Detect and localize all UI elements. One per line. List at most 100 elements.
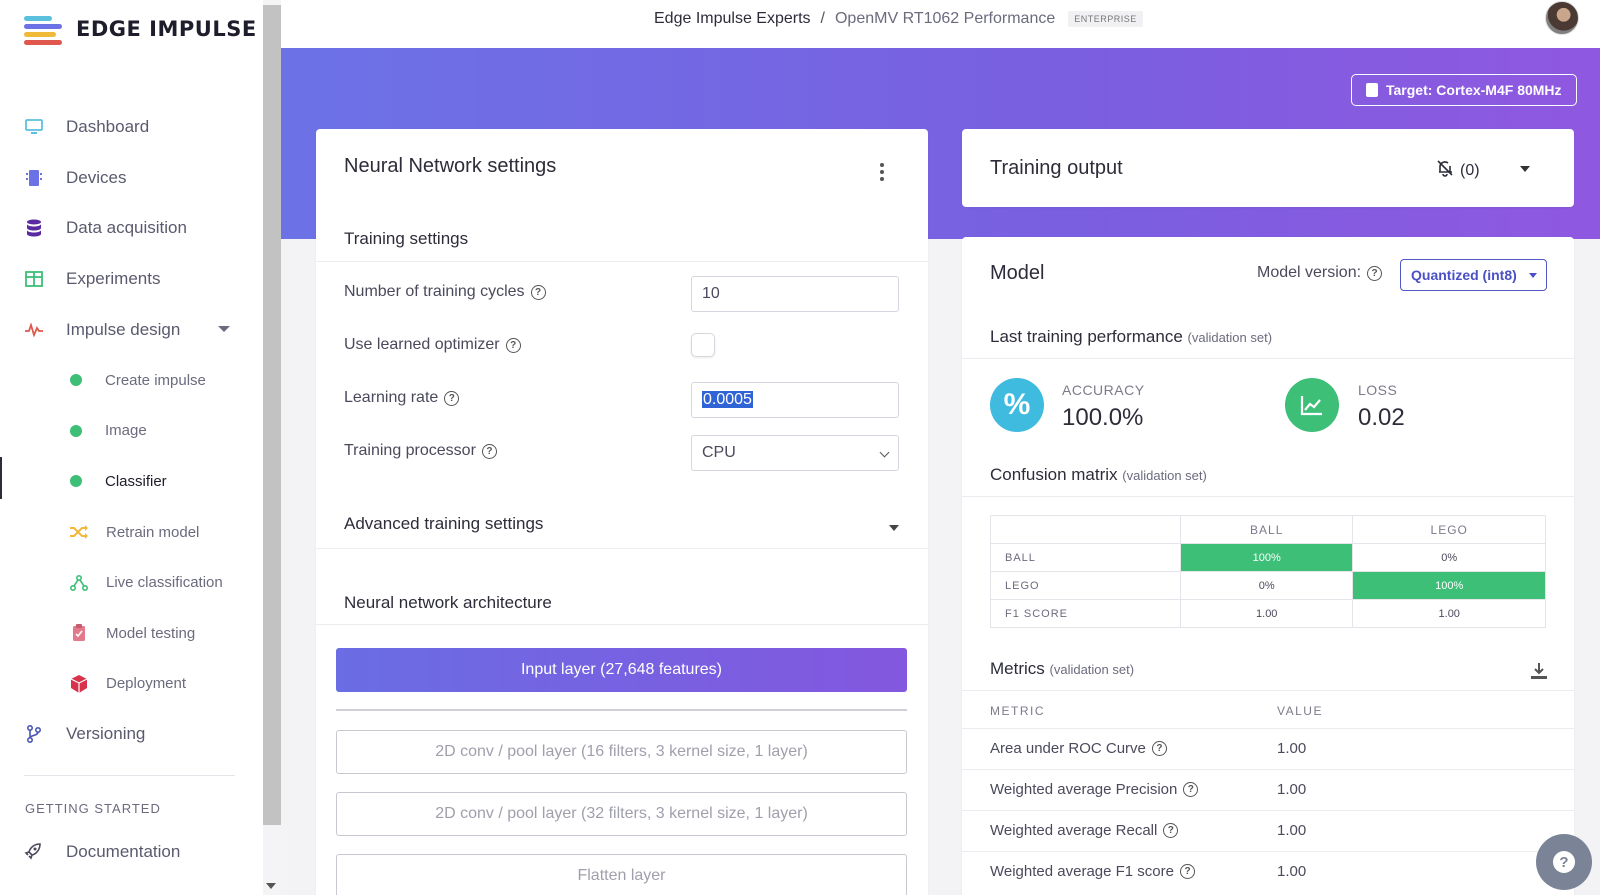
database-icon — [24, 218, 44, 238]
breadcrumb-org[interactable]: Edge Impulse Experts — [654, 10, 811, 28]
status-dot-icon — [70, 475, 82, 488]
sidebar-scrollbar-thumb[interactable] — [263, 5, 281, 825]
validation-set-label: (validation set) — [1122, 468, 1207, 483]
logo[interactable]: EDGE IMPULSE — [24, 14, 257, 45]
sidebar-item-data-acquisition[interactable]: Data acquisition — [0, 203, 263, 254]
sidebar-subitem-label: Deployment — [106, 675, 187, 693]
loss-label: LOSS — [1358, 382, 1398, 398]
divider — [962, 769, 1574, 770]
sidebar-subitem-image[interactable]: Image — [0, 406, 263, 457]
architecture-title: Neural network architecture — [344, 593, 552, 612]
enterprise-badge: ENTERPRISE — [1068, 11, 1143, 27]
flatten-layer[interactable]: Flatten layer — [336, 854, 907, 895]
help-icon[interactable]: ? — [1180, 864, 1195, 879]
chevron-down-icon[interactable] — [1520, 166, 1530, 172]
help-icon[interactable]: ? — [1151, 741, 1167, 756]
sidebar-item-dashboard[interactable]: Dashboard — [0, 102, 263, 153]
notifications-toggle[interactable]: (0) — [1436, 159, 1480, 182]
breadcrumb-project[interactable]: OpenMV RT1062 Performance — [835, 10, 1055, 28]
more-options-icon[interactable] — [880, 163, 884, 184]
sidebar-subitem-retrain-model[interactable]: Retrain model — [0, 507, 263, 558]
divider — [316, 624, 928, 625]
matrix-cell: 0% — [1179, 571, 1354, 600]
target-device-button[interactable]: Target: Cortex-M4F 80MHz — [1351, 74, 1577, 106]
scroll-down-arrow-icon[interactable] — [266, 883, 276, 889]
validation-set-label: (validation set) — [1187, 330, 1273, 345]
sidebar-subitem-label: Live classification — [106, 574, 223, 592]
metric-name: Weighted average Recall — [990, 822, 1158, 839]
chart-icon — [1285, 378, 1339, 432]
matrix-cell: 100% — [1352, 571, 1546, 600]
last-training-performance-title: Last training performance (validation se… — [990, 327, 1272, 347]
help-icon[interactable]: ? — [530, 284, 546, 300]
input-layer[interactable]: Input layer (27,648 features) — [336, 648, 907, 692]
download-icon[interactable] — [1530, 662, 1548, 680]
training-cycles-label-text: Number of training cycles — [344, 283, 525, 300]
help-icon[interactable]: ? — [1367, 265, 1383, 281]
target-label: Target: Cortex-M4F 80MHz — [1386, 82, 1562, 98]
accuracy-value: 100.0% — [1062, 404, 1144, 431]
shuffle-icon — [70, 523, 88, 541]
status-dot-icon — [70, 424, 82, 437]
breadcrumb: Edge Impulse Experts / OpenMV RT1062 Per… — [654, 10, 1143, 28]
sidebar-nav: Dashboard Devices Data acquisition Exper… — [0, 102, 263, 760]
avatar[interactable] — [1545, 1, 1579, 35]
loss-value: 0.02 — [1358, 404, 1405, 431]
conv-layer-2[interactable]: 2D conv / pool layer (32 filters, 3 kern… — [336, 792, 907, 836]
clipboard-check-icon — [70, 624, 88, 642]
matrix-cell: 100% — [1179, 543, 1354, 572]
training-cycles-input[interactable]: 10 — [691, 276, 899, 312]
help-button[interactable]: ? — [1536, 834, 1592, 890]
model-version-select[interactable]: Quantized (int8) — [1400, 259, 1547, 291]
matrix-cell: 0% — [1352, 543, 1546, 572]
help-icon[interactable]: ? — [505, 337, 521, 353]
learning-rate-label: Learning rate ? — [344, 389, 460, 407]
training-processor-label: Training processor ? — [344, 442, 497, 460]
sidebar-subitem-deployment[interactable]: Deployment — [0, 659, 263, 710]
sidebar-item-documentation[interactable]: Documentation — [24, 842, 180, 862]
metric-value: 1.00 — [1277, 863, 1307, 880]
sidebar-subitem-model-testing[interactable]: Model testing — [0, 608, 263, 659]
training-settings-title: Training settings — [344, 229, 469, 248]
last-training-performance-text: Last training performance — [990, 327, 1183, 346]
learned-optimizer-label: Use learned optimizer ? — [344, 336, 521, 354]
sidebar-subitem-label: Model testing — [106, 624, 196, 642]
logo-icon — [24, 14, 64, 45]
sidebar-item-versioning[interactable]: Versioning — [0, 709, 263, 760]
chevron-down-icon[interactable] — [218, 326, 230, 333]
sidebar-item-label: Documentation — [66, 842, 181, 861]
chevron-down-icon[interactable] — [889, 525, 899, 531]
help-icon[interactable]: ? — [1163, 823, 1179, 838]
sidebar-item-devices[interactable]: Devices — [0, 153, 263, 204]
confusion-matrix-table: BALL LEGO BALL 100% 0% LEGO 0% 100% F1 S… — [990, 515, 1546, 628]
metric-row-label: Weighted average Recall ? — [990, 822, 1179, 839]
help-icon[interactable]: ? — [1183, 782, 1199, 797]
model-version-value: Quantized (int8) — [1411, 267, 1517, 283]
table-row: BALL LEGO — [990, 515, 1546, 544]
sidebar-item-experiments[interactable]: Experiments — [0, 254, 263, 305]
advanced-settings-toggle[interactable]: Advanced training settings — [344, 514, 543, 534]
sidebar-subitem-label: Image — [105, 422, 147, 440]
conv-layer-1[interactable]: 2D conv / pool layer (16 filters, 3 kern… — [336, 730, 907, 774]
accuracy-label: ACCURACY — [1062, 382, 1145, 398]
chip-icon — [24, 168, 44, 188]
learned-optimizer-checkbox[interactable] — [691, 333, 715, 357]
sidebar-item-impulse-design[interactable]: Impulse design — [0, 304, 263, 355]
help-icon[interactable]: ? — [481, 443, 497, 459]
bell-off-icon — [1436, 159, 1454, 182]
sidebar-divider — [24, 775, 235, 776]
training-processor-select[interactable]: CPU — [691, 435, 899, 471]
metrics-title-text: Metrics — [990, 659, 1045, 678]
divider — [962, 851, 1574, 852]
confusion-matrix-title-text: Confusion matrix — [990, 465, 1118, 484]
training-processor-label-text: Training processor — [344, 442, 476, 459]
sidebar-subitem-create-impulse[interactable]: Create impulse — [0, 355, 263, 406]
grid-icon — [24, 269, 44, 289]
sidebar-subitem-live-classification[interactable]: Live classification — [0, 557, 263, 608]
brand-name: EDGE IMPULSE — [76, 17, 257, 41]
network-icon — [70, 574, 88, 592]
help-icon[interactable]: ? — [444, 390, 460, 406]
learning-rate-input[interactable]: 0.0005 — [691, 382, 899, 418]
training-processor-value: CPU — [702, 444, 736, 461]
sidebar-subitem-classifier[interactable]: Classifier — [0, 456, 263, 507]
